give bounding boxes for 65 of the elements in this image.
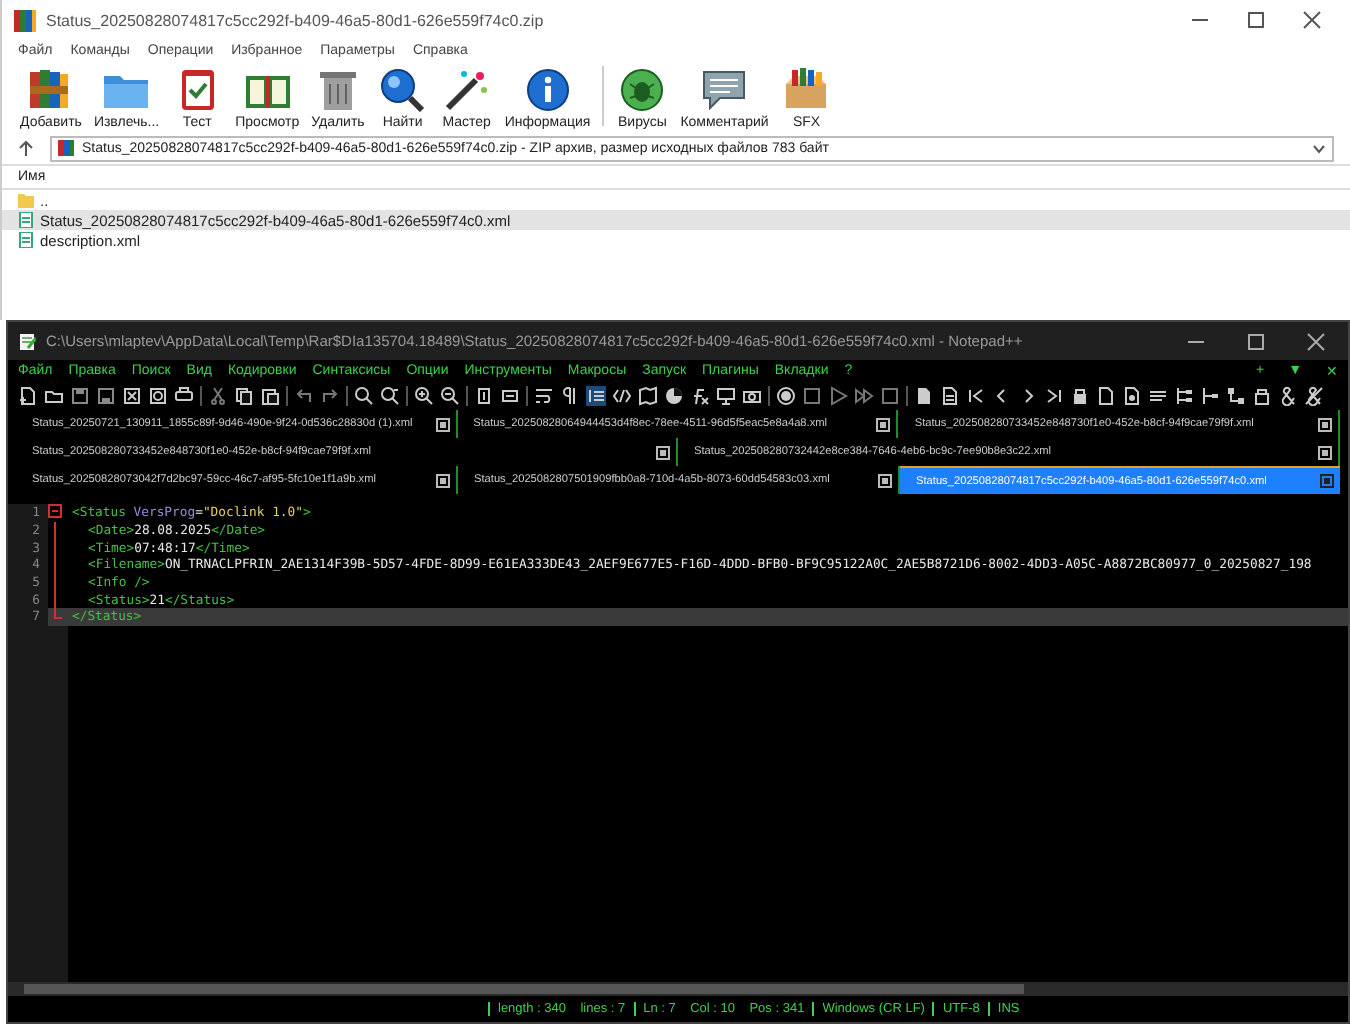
archive-icon xyxy=(14,9,36,31)
play-icon[interactable] xyxy=(828,386,848,406)
redo-icon[interactable] xyxy=(320,386,340,406)
archive-icon xyxy=(58,140,74,156)
new-file-icon[interactable] xyxy=(18,386,38,406)
close-icon[interactable] xyxy=(1302,10,1322,30)
pie-icon[interactable] xyxy=(664,386,684,406)
fold-minus-icon[interactable] xyxy=(48,504,62,518)
document-icon xyxy=(18,232,34,248)
ampersand-icon[interactable] xyxy=(1278,386,1298,406)
chevron-down-icon xyxy=(1312,143,1326,153)
map-icon[interactable] xyxy=(638,386,658,406)
paste-icon[interactable] xyxy=(260,386,280,406)
search-icon xyxy=(376,63,429,111)
skip-forward-icon[interactable] xyxy=(1044,386,1064,406)
document-icon[interactable] xyxy=(940,386,960,406)
close-tab-icon[interactable] xyxy=(656,445,670,459)
ampersand-icon[interactable] xyxy=(1304,386,1324,406)
list-icon[interactable] xyxy=(1148,386,1168,406)
monitor-icon[interactable] xyxy=(716,386,736,406)
document-icon xyxy=(18,212,34,228)
document-icon[interactable] xyxy=(914,386,934,406)
record-icon[interactable] xyxy=(776,386,796,406)
close-tab-icon[interactable] xyxy=(436,473,450,487)
pilcrow-icon[interactable] xyxy=(560,386,580,406)
indent-guide-icon[interactable] xyxy=(586,386,606,406)
close-file-icon[interactable] xyxy=(122,386,142,406)
network-icon[interactable] xyxy=(1226,386,1246,406)
info-icon xyxy=(521,63,574,111)
lock-icon[interactable] xyxy=(1252,386,1272,406)
print-icon[interactable] xyxy=(174,386,194,406)
save-icon[interactable] xyxy=(70,386,90,406)
copy-icon[interactable] xyxy=(234,386,254,406)
window-title: Status_20250828074817c5cc292f-b409-46a5-80d1-626e559f74c0.zip xyxy=(46,11,546,29)
stop-icon[interactable] xyxy=(802,386,822,406)
lock-icon[interactable] xyxy=(1070,386,1090,406)
maximize-icon[interactable] xyxy=(1246,10,1266,30)
code-tag-icon[interactable] xyxy=(612,386,632,406)
folder-icon[interactable] xyxy=(44,386,64,406)
cut-icon[interactable] xyxy=(208,386,228,406)
fast-forward-icon[interactable] xyxy=(854,386,874,406)
save-all-icon[interactable] xyxy=(96,386,116,406)
document-icon[interactable] xyxy=(1122,386,1142,406)
up-arrow-icon[interactable] xyxy=(18,140,34,156)
close-tab-icon[interactable] xyxy=(876,417,891,431)
close-icon[interactable] xyxy=(1306,331,1326,351)
camera-icon[interactable] xyxy=(742,386,762,406)
maximize-icon[interactable] xyxy=(1246,331,1266,351)
tree-icon[interactable] xyxy=(1174,386,1194,406)
search-icon[interactable] xyxy=(354,386,374,406)
function-icon[interactable] xyxy=(690,386,710,406)
word-wrap-icon[interactable] xyxy=(534,386,554,406)
undo-icon[interactable] xyxy=(294,386,314,406)
document-icon[interactable] xyxy=(1096,386,1116,406)
horizontal-scrollbar[interactable] xyxy=(8,982,1348,996)
zoom-in-icon[interactable] xyxy=(414,386,434,406)
bug-icon xyxy=(616,63,669,111)
close-tab-icon[interactable] xyxy=(435,417,450,431)
close-tab-icon[interactable] xyxy=(878,473,892,487)
skip-back-icon[interactable] xyxy=(966,386,986,406)
replace-icon[interactable] xyxy=(380,386,400,406)
notepad-icon xyxy=(18,332,36,350)
tree-icon[interactable] xyxy=(1200,386,1220,406)
zoom-out-icon[interactable] xyxy=(440,386,460,406)
close-tab-icon[interactable] xyxy=(1320,474,1334,488)
